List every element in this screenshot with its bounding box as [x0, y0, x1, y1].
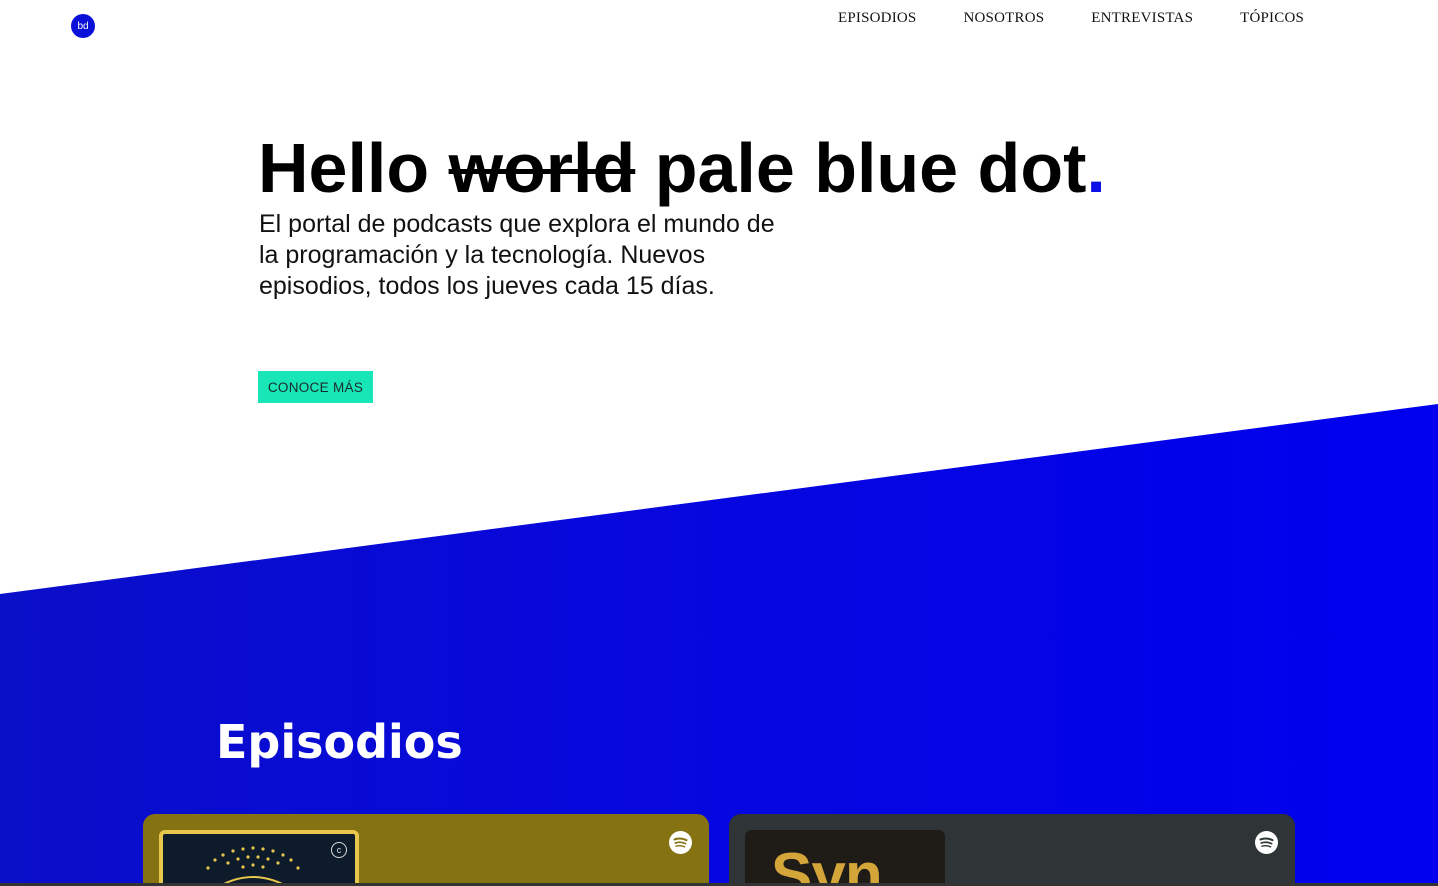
episode-card[interactable]: Syn [729, 814, 1295, 886]
episodes-section-title: Episodios [216, 715, 463, 769]
cover-mark: c [331, 842, 347, 858]
episode-card[interactable]: c [143, 814, 709, 886]
logo[interactable]: bd [71, 14, 95, 38]
cover-title-text: Syn [771, 841, 883, 886]
hero-title-dot: . [1086, 129, 1106, 207]
globe-dots-graphic [206, 846, 300, 886]
main-nav: EPISODIOS NOSOTROS ENTREVISTAS TÓPICOS [838, 10, 1304, 27]
nav-item-nosotros[interactable]: NOSOTROS [963, 10, 1044, 27]
hero-title-rest: pale blue dot [635, 129, 1087, 207]
hero-subtitle: El portal de podcasts que explora el mun… [259, 210, 775, 300]
hero-title-start: Hello [258, 129, 449, 207]
nav-item-topicos[interactable]: TÓPICOS [1240, 10, 1304, 27]
conoce-mas-button[interactable]: CONOCE MÁS [258, 371, 373, 403]
nav-item-entrevistas[interactable]: ENTREVISTAS [1091, 10, 1193, 27]
episode-cover-image: Syn [745, 830, 945, 886]
hero-title: Hello world pale blue dot. [258, 126, 1106, 210]
spotify-icon[interactable] [1255, 831, 1278, 854]
hero-title-struck-word: world [448, 129, 636, 207]
nav-item-episodios[interactable]: EPISODIOS [838, 10, 916, 27]
spotify-icon[interactable] [669, 831, 692, 854]
episode-cover-image: c [159, 830, 359, 886]
